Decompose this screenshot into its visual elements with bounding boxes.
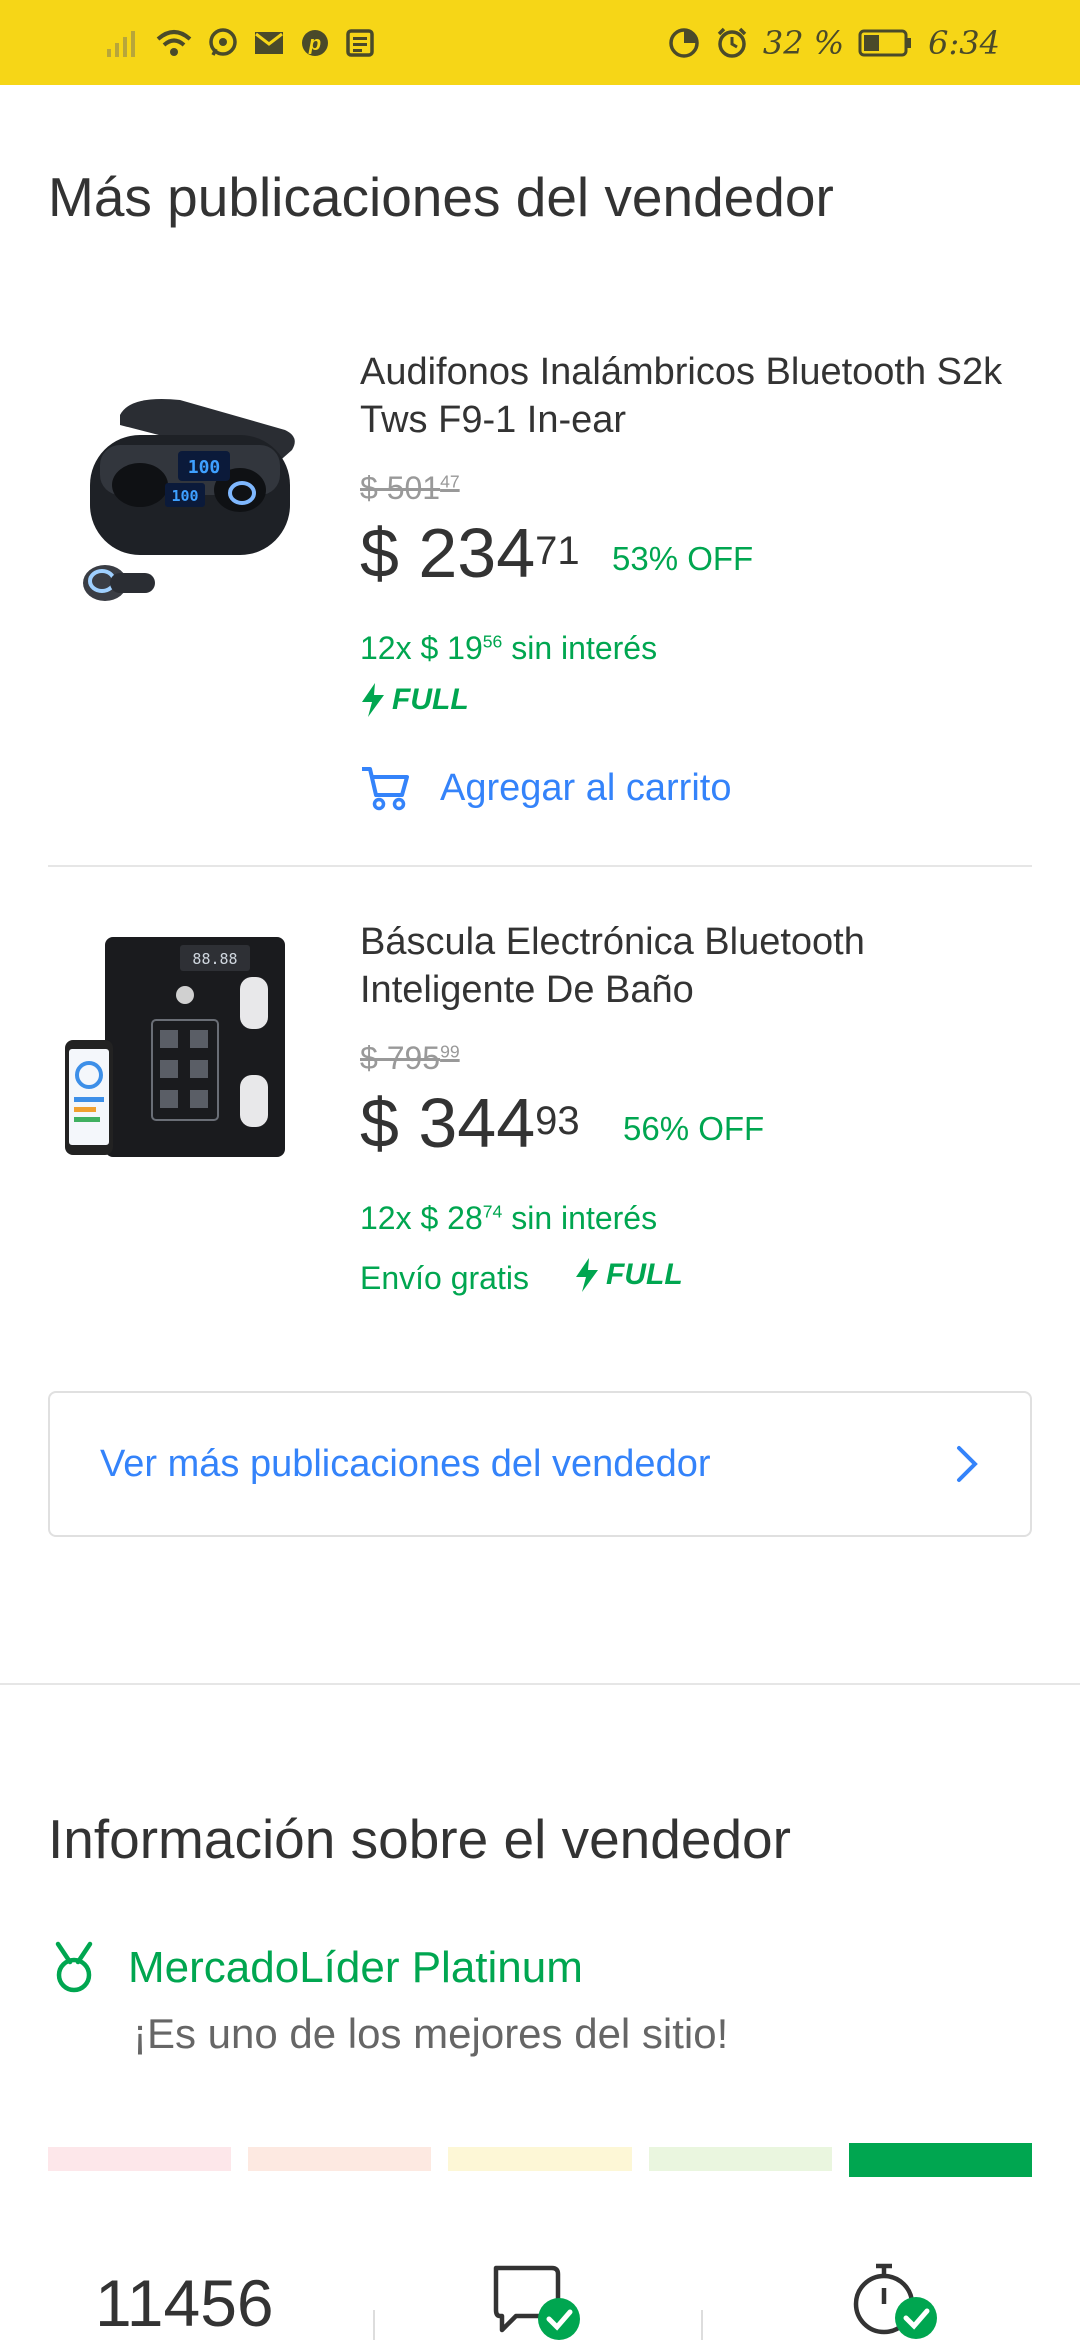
product-title[interactable]: Audifonos Inalámbricos Bluetooth S2k Tws… bbox=[360, 348, 1020, 444]
battery-icon bbox=[858, 28, 914, 58]
installments-cents: 56 bbox=[482, 631, 503, 652]
price-int: $ 234 bbox=[360, 514, 536, 592]
medal-icon bbox=[55, 1941, 93, 1993]
stat-divider bbox=[373, 2310, 375, 2340]
installments: 12x $ 1956 sin interés bbox=[360, 630, 657, 667]
svg-text:p: p bbox=[308, 33, 321, 55]
reputation-bar-red bbox=[48, 2147, 232, 2171]
old-price-cents: 47 bbox=[440, 471, 460, 492]
full-badge: FULL bbox=[574, 1257, 683, 1293]
reputation-bar-orange bbox=[248, 2147, 432, 2171]
message-check-icon bbox=[492, 2262, 587, 2345]
divider bbox=[48, 865, 1032, 867]
mail-icon bbox=[253, 29, 285, 57]
status-time: 6:34 bbox=[928, 23, 1000, 62]
full-badge: FULL bbox=[360, 682, 469, 718]
old-price: $ 79599 bbox=[360, 1040, 460, 1077]
battery-percent: 32 % bbox=[762, 23, 845, 62]
news-icon bbox=[345, 28, 375, 58]
more-publications-button[interactable]: Ver más publicaciones del vendedor bbox=[48, 1391, 1032, 1537]
full-label: FULL bbox=[392, 683, 469, 716]
reputation-bar-lightgreen bbox=[648, 2147, 832, 2171]
installments-amount: 12x $ 19 bbox=[360, 630, 483, 666]
more-publications-label: Ver más publicaciones del vendedor bbox=[100, 1442, 711, 1485]
svg-text:100: 100 bbox=[188, 457, 221, 478]
discount-badge: 53% OFF bbox=[612, 540, 754, 577]
alarm-icon bbox=[715, 26, 749, 60]
mercadolider-row: MercadoLíder Platinum bbox=[48, 1940, 583, 1996]
price: $ 23471 bbox=[360, 518, 580, 588]
chevron-right-icon bbox=[957, 1446, 978, 1482]
seller-stats: 11456 bbox=[0, 2250, 1080, 2340]
status-icons-left: p bbox=[105, 27, 375, 59]
price-cents: 93 bbox=[535, 1099, 580, 1143]
seller-info-title: Información sobre el vendedor bbox=[48, 1808, 791, 1870]
installments-suffix: sin interés bbox=[502, 630, 658, 666]
old-price-int: $ 795 bbox=[360, 1040, 441, 1076]
mercadolider-subtitle: ¡Es uno de los mejores del sitio! bbox=[133, 2010, 729, 2057]
product-image-scale[interactable]: 88.88 bbox=[60, 925, 310, 1175]
svg-text:100: 100 bbox=[171, 487, 198, 505]
lightning-icon bbox=[576, 1258, 598, 1292]
stat-divider bbox=[701, 2310, 703, 2340]
sales-count: 11456 bbox=[95, 2266, 274, 2340]
discount-badge: 56% OFF bbox=[623, 1110, 765, 1147]
product-image-earbuds[interactable]: 100 100 bbox=[60, 355, 310, 605]
cart-icon bbox=[362, 767, 409, 811]
add-to-cart-button[interactable]: Agregar al carrito bbox=[360, 765, 731, 811]
reputation-bar-green bbox=[848, 2143, 1033, 2177]
old-price-cents: 99 bbox=[440, 1041, 460, 1062]
signal-icon bbox=[105, 27, 141, 59]
pinterest-icon: p bbox=[299, 27, 331, 59]
more-publications-title: Más publicaciones del vendedor bbox=[48, 166, 834, 228]
free-shipping-label: Envío gratis bbox=[360, 1260, 529, 1296]
mercadolider-name: MercadoLíder Platinum bbox=[128, 1943, 583, 1992]
price: $ 34493 bbox=[360, 1088, 580, 1158]
wifi-icon bbox=[155, 27, 193, 59]
installments-suffix: sin interés bbox=[502, 1200, 658, 1236]
svg-text:88.88: 88.88 bbox=[192, 950, 237, 968]
add-to-cart-label: Agregar al carrito bbox=[440, 766, 732, 809]
data-saver-icon bbox=[667, 26, 701, 60]
old-price: $ 50147 bbox=[360, 470, 460, 507]
lightning-icon bbox=[362, 683, 384, 717]
reputation-bar-yellow bbox=[448, 2147, 632, 2171]
whatsapp-icon bbox=[207, 27, 239, 59]
status-bar: p 32 % 6:34 bbox=[0, 0, 1080, 85]
full-label: FULL bbox=[606, 1258, 683, 1291]
installments-amount: 12x $ 28 bbox=[360, 1200, 483, 1236]
section-divider bbox=[0, 1683, 1080, 1685]
old-price-int: $ 501 bbox=[360, 470, 441, 506]
price-cents: 71 bbox=[535, 529, 580, 573]
installments: 12x $ 2874 sin interés bbox=[360, 1200, 657, 1237]
reputation-thermometer bbox=[48, 2143, 1033, 2177]
installments-cents: 74 bbox=[482, 1201, 503, 1222]
timer-check-icon bbox=[848, 2260, 943, 2345]
price-int: $ 344 bbox=[360, 1084, 536, 1162]
status-icons-right: 32 % 6:34 bbox=[667, 24, 1000, 62]
product-title[interactable]: Báscula Electrónica Bluetooth Inteligent… bbox=[360, 918, 1020, 1014]
